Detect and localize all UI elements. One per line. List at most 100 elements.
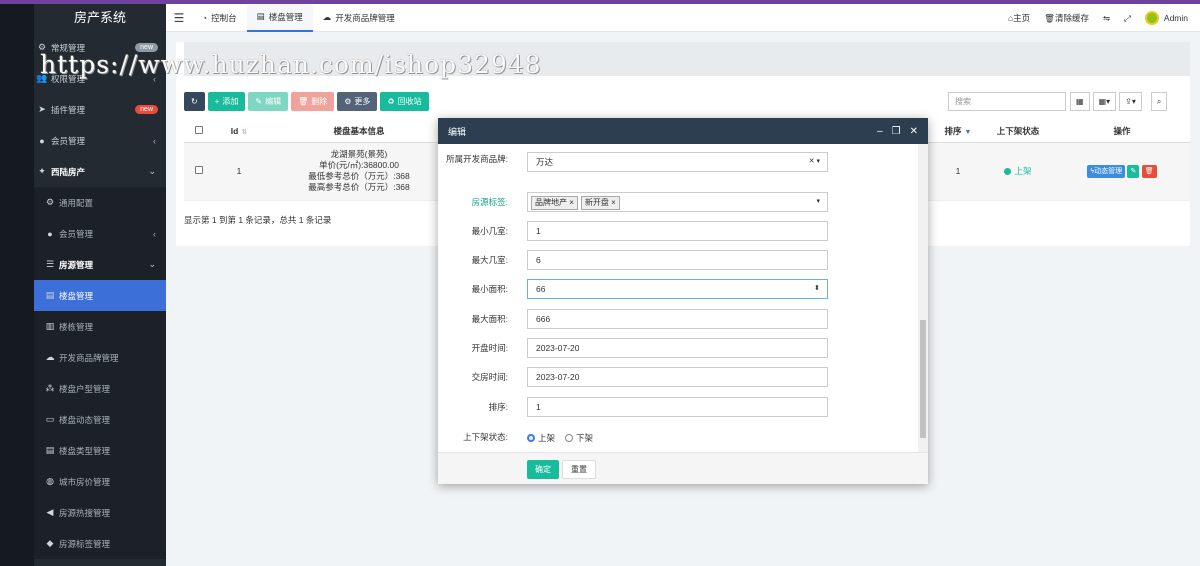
tab-label: 楼盘管理 bbox=[268, 11, 303, 22]
sidebar-item-members[interactable]: ● 会员管理 ‹ bbox=[34, 125, 166, 156]
remove-tag-icon[interactable]: × bbox=[611, 198, 616, 207]
sidebar-item-plugins[interactable]: ➤ 插件管理 new bbox=[34, 94, 166, 125]
confirm-button[interactable]: 确定 bbox=[527, 460, 559, 479]
edit-modal: 编辑 – ❐ ✕ 所属开发商品牌: 万达 ✕ ▾ 房源标签: 品牌地产 × 新开盘… bbox=[438, 118, 928, 484]
dynamic-manage-label: 动态管理 bbox=[1094, 167, 1123, 175]
sidebar-item-xilu-realty[interactable]: ✦ 西陆房产 ⌄ bbox=[34, 156, 166, 187]
list-icon: ☰ bbox=[45, 259, 55, 269]
tab-developer-brand[interactable]: ☁ 开发商品牌管理 bbox=[313, 4, 405, 32]
clear-cache-button[interactable]: 🗑清除缓存 bbox=[1044, 12, 1089, 24]
status-label: 上架 bbox=[1014, 165, 1032, 176]
sidebar-item-members-sub[interactable]: ● 会员管理 ‹ bbox=[34, 218, 166, 249]
toggle-view-button[interactable]: ▦ bbox=[1070, 92, 1090, 111]
modal-scrollbar[interactable] bbox=[918, 144, 928, 452]
sidebar-item-estate-management[interactable]: ▤ 楼盘管理 bbox=[34, 280, 166, 311]
min-rooms-input[interactable]: 1 bbox=[527, 221, 828, 241]
tags-icon: ◆ bbox=[46, 538, 54, 548]
max-rooms-input[interactable]: 6 bbox=[527, 250, 828, 270]
estate-min-total: 最低参考总价（万元）:368 bbox=[308, 171, 410, 181]
refresh-button[interactable]: ↻ bbox=[184, 92, 205, 111]
tags-select[interactable]: 品牌地产 × 新开盘 × ▾ bbox=[527, 192, 828, 212]
sidebar-item-estate-news[interactable]: ▭ 楼盘动态管理 bbox=[34, 404, 166, 435]
radio-selected-icon bbox=[527, 434, 535, 443]
sidebar-item-label: 房源标签管理 bbox=[59, 538, 111, 549]
sidebar-item-listings[interactable]: ☰ 房源管理 ⌄ bbox=[34, 249, 166, 280]
table-icon: ▦ bbox=[1076, 97, 1084, 106]
add-button[interactable]: + 添加 bbox=[207, 92, 246, 111]
more-button[interactable]: ⚙ 更多 bbox=[337, 92, 378, 111]
status-off-radio[interactable]: 下架 bbox=[565, 432, 593, 444]
chevron-left-icon: ‹ bbox=[153, 135, 156, 146]
row-edit-button[interactable]: ✎ bbox=[1127, 164, 1140, 178]
sidebar-item-label: 楼盘动态管理 bbox=[59, 414, 111, 425]
sidebar-item-label: 会员管理 bbox=[59, 228, 94, 239]
user-menu[interactable]: Admin bbox=[1144, 11, 1188, 25]
remove-tag-icon[interactable]: × bbox=[569, 198, 574, 207]
row-checkbox[interactable] bbox=[195, 165, 203, 174]
columns-icon: ▦▾ bbox=[1098, 97, 1111, 106]
max-rooms-label: 最大几室: bbox=[471, 255, 508, 265]
home-link[interactable]: ⌂主页 bbox=[1008, 12, 1030, 24]
edit-label: 编辑 bbox=[265, 97, 282, 106]
sidebar-item-label: 楼盘管理 bbox=[59, 290, 94, 301]
language-icon[interactable]: ⇋ bbox=[1103, 13, 1110, 24]
sidebar-item-listing-tags[interactable]: ◆ 房源标签管理 bbox=[34, 528, 166, 559]
chevron-down-icon: ⌄ bbox=[148, 259, 156, 269]
cloud-icon: ☁ bbox=[45, 352, 55, 362]
delivery-date-input[interactable]: 2023-07-20 bbox=[527, 367, 828, 387]
export-icon: ⇪▾ bbox=[1125, 97, 1136, 106]
select-all-checkbox[interactable] bbox=[195, 125, 203, 134]
sidebar-item-hot-search[interactable]: ◀ 房源热搜管理 bbox=[34, 497, 166, 528]
delete-button[interactable]: 🗑 删除 bbox=[291, 92, 335, 111]
col-estate-info: 楼盘基本信息 bbox=[333, 125, 385, 136]
row-delete-button[interactable]: 🗑 bbox=[1141, 164, 1157, 178]
recycle-icon: ♻ bbox=[387, 97, 395, 106]
min-area-input[interactable]: 66 ⬍ bbox=[527, 279, 828, 299]
pencil-icon: ✎ bbox=[1130, 167, 1137, 175]
sidebar-item-label: 插件管理 bbox=[51, 104, 86, 115]
reset-button[interactable]: 重置 bbox=[562, 460, 596, 479]
col-sort[interactable]: 排序 bbox=[945, 126, 962, 136]
max-area-input[interactable]: 666 bbox=[527, 309, 828, 329]
cell-actions: ϟ动态管理 ✎ 🗑 bbox=[1054, 142, 1190, 201]
number-spinner-icon[interactable]: ⬍ bbox=[814, 280, 820, 298]
col-id[interactable]: Id bbox=[231, 126, 239, 136]
sidebar-item-building-management[interactable]: ▥ 楼栋管理 bbox=[34, 311, 166, 342]
minimize-icon[interactable]: – bbox=[877, 126, 883, 137]
recycle-label: 回收站 bbox=[397, 97, 422, 106]
chevron-down-icon: ▾ bbox=[816, 198, 820, 205]
sort-input[interactable]: 1 bbox=[527, 397, 828, 417]
sidebar-item-floorplan[interactable]: ⁂ 楼盘户型管理 bbox=[34, 373, 166, 404]
clear-and-chevron-icon[interactable]: ✕ ▾ bbox=[809, 153, 820, 171]
advanced-search-button[interactable]: ⌕ bbox=[1150, 92, 1168, 111]
columns-button[interactable]: ▦▾ bbox=[1092, 92, 1117, 111]
sidebar-item-label: 楼盘户型管理 bbox=[59, 383, 111, 394]
fullscreen-icon[interactable]: ⤢ bbox=[1124, 13, 1131, 24]
tag-chip[interactable]: 新开盘 × bbox=[580, 196, 620, 210]
search-input[interactable]: 搜索 bbox=[948, 92, 1066, 111]
dynamic-manage-button[interactable]: ϟ动态管理 bbox=[1087, 164, 1126, 178]
modal-body: 所属开发商品牌: 万达 ✕ ▾ 房源标签: 品牌地产 × 新开盘 × ▾ 最小几室… bbox=[438, 144, 928, 452]
sidebar-item-general-config[interactable]: ⚙ 通用配置 bbox=[34, 187, 166, 218]
brand-label: 所属开发商品牌: bbox=[446, 154, 508, 164]
close-icon[interactable]: ✕ bbox=[910, 126, 918, 137]
sidebar-item-developer-brand[interactable]: ☁ 开发商品牌管理 bbox=[34, 342, 166, 373]
maximize-icon[interactable]: ❐ bbox=[892, 126, 901, 137]
pencil-icon: ✎ bbox=[255, 97, 263, 106]
export-button[interactable]: ⇪▾ bbox=[1119, 92, 1142, 111]
tag-chip[interactable]: 品牌地产 × bbox=[531, 196, 578, 210]
open-date-input[interactable]: 2023-07-20 bbox=[527, 338, 828, 358]
status-on-radio[interactable]: 上架 bbox=[527, 432, 555, 444]
recycle-bin-button[interactable]: ♻ 回收站 bbox=[380, 92, 429, 111]
top-navbar: ☰ ◔ 控制台 ▤ 楼盘管理 ☁ 开发商品牌管理 ⌂主页 🗑清除缓存 ⇋ ⤢ A… bbox=[166, 3, 1200, 32]
sidebar-item-estate-type[interactable]: ▤ 楼盘类型管理 bbox=[34, 435, 166, 466]
menu-toggle-icon[interactable]: ☰ bbox=[166, 11, 192, 25]
sidebar-item-city-price[interactable]: ◍ 城市房价管理 bbox=[34, 466, 166, 497]
tab-dashboard[interactable]: ◔ 控制台 bbox=[192, 4, 247, 32]
tab-estate-management[interactable]: ▤ 楼盘管理 bbox=[246, 3, 313, 32]
scrollbar-thumb[interactable] bbox=[920, 320, 926, 438]
max-area-label: 最大面积: bbox=[471, 314, 508, 324]
brand-select[interactable]: 万达 ✕ ▾ bbox=[527, 152, 828, 172]
book-icon: ▤ bbox=[256, 11, 265, 21]
edit-button[interactable]: ✎ 编辑 bbox=[248, 92, 289, 111]
